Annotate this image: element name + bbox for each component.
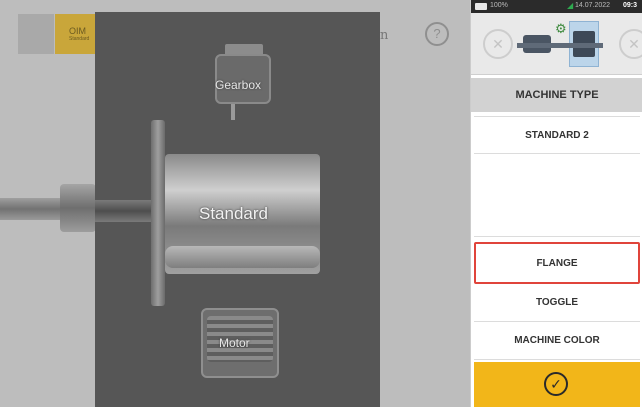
status-time: 09:3 — [623, 2, 638, 9]
picker-item-standard[interactable]: Standard — [95, 112, 380, 312]
option-flange[interactable]: FLANGE — [474, 242, 640, 284]
x-circle-icon[interactable]: ✕ — [483, 29, 513, 59]
status-bar: 100% ◢ 14.07.2022 09:3 — [471, 0, 642, 13]
option-toggle[interactable]: TOGGLE — [474, 284, 640, 322]
machine-train-thumbnail[interactable]: ⚙ — [517, 19, 603, 69]
checkmark-circle-icon: ✓ — [544, 372, 568, 396]
machine-thumbnail-strip: ✕ ⚙ ✕ — [471, 13, 642, 75]
option-standard-2[interactable]: STANDARD 2 — [474, 116, 640, 154]
x-circle-icon[interactable]: ✕ — [619, 29, 642, 59]
picker-item-label: Gearbox — [215, 78, 262, 92]
machine-tile: OIM Standard — [55, 14, 95, 54]
picker-item-motor[interactable]: Motor — [195, 302, 285, 387]
option-machine-color[interactable]: MACHINE COLOR — [474, 322, 640, 360]
status-date: 14.07.2022 — [575, 2, 611, 9]
machine-type-panel: 100% ◢ 14.07.2022 09:3 ✕ ⚙ ✕ MACHINE TYP… — [470, 0, 642, 407]
back-button — [18, 14, 54, 54]
background-partial-text: n — [380, 28, 389, 43]
battery-icon — [475, 3, 487, 10]
battery-level: 100% — [490, 2, 508, 9]
coupling-graphic — [60, 184, 96, 232]
sensor-icon: ⚙ — [555, 21, 567, 36]
picker-item-label: Motor — [219, 336, 250, 350]
option-empty-area — [474, 155, 640, 237]
signal-icon: ◢ — [567, 1, 574, 10]
confirm-button[interactable]: ✓ — [474, 362, 640, 407]
machine-tile-sublabel: Standard — [69, 36, 90, 42]
help-icon: ? — [425, 22, 449, 46]
machine-tile-label: OIM — [69, 26, 86, 36]
machine-picker: Gearbox Standard Motor — [95, 12, 380, 407]
picker-item-label: Standard — [199, 204, 268, 223]
panel-title: MACHINE TYPE — [471, 78, 642, 112]
